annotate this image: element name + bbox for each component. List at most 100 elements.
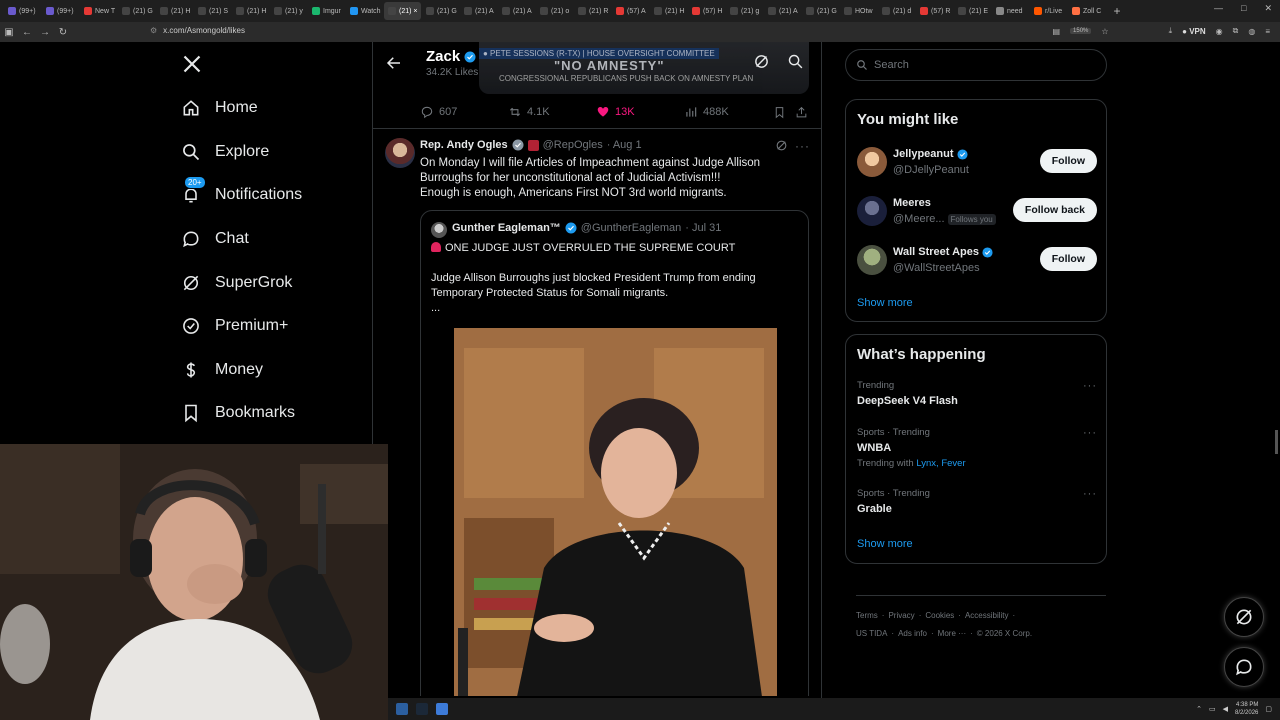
search-box[interactable]: [845, 49, 1107, 81]
quoted-tweet-photo[interactable]: [454, 328, 777, 696]
trend-item[interactable]: Sports · Trending Grable ···: [857, 488, 1097, 515]
maximize-icon[interactable]: □: [1241, 3, 1246, 14]
taskbar-clock[interactable]: 4:38 PM 8/2/2026: [1235, 701, 1258, 717]
zoom-badge[interactable]: 150%: [1070, 28, 1092, 34]
suggested-account[interactable]: Wall Street Apes @WallStreetApes Follow: [857, 243, 1097, 277]
back-arrow-icon[interactable]: [385, 54, 403, 72]
search-input[interactable]: [874, 59, 1094, 71]
browser-tab[interactable]: (21) H: [650, 2, 687, 20]
extensions-icon[interactable]: ⧉: [1233, 26, 1239, 36]
browser-tab[interactable]: (21) g: [726, 2, 763, 20]
share-button[interactable]: [795, 104, 808, 120]
footer-link[interactable]: © 2026 X Corp.: [977, 629, 1032, 638]
browser-tab[interactable]: (21) H: [156, 2, 193, 20]
footer-link[interactable]: Privacy: [888, 611, 914, 620]
nav-item-notifications[interactable]: 20+ Notifications: [180, 176, 302, 209]
follow-button[interactable]: Follow back: [1012, 198, 1097, 222]
views-button[interactable]: 488K: [684, 104, 729, 120]
grok-icon[interactable]: [753, 53, 770, 70]
more-options-icon[interactable]: ···: [1083, 380, 1097, 392]
browser-tab[interactable]: r/Live: [1030, 2, 1067, 20]
notification-icon[interactable]: ▢: [1265, 705, 1272, 713]
trend-item[interactable]: Sports · Trending WNBA Trending with Lynx,…: [857, 427, 1097, 469]
site-info-icon[interactable]: ⚙: [150, 26, 157, 35]
chat-fab-button[interactable]: [1224, 647, 1264, 687]
browser-tab[interactable]: Imgur: [308, 2, 345, 20]
browser-tab[interactable]: (21) H: [232, 2, 269, 20]
more-options-icon[interactable]: ···: [795, 139, 810, 153]
footer-link[interactable]: Accessibility: [965, 611, 1009, 620]
search-icon[interactable]: [787, 53, 804, 70]
network-icon[interactable]: ▭: [1209, 705, 1216, 713]
browser-tab[interactable]: (21) A: [764, 2, 801, 20]
vpn-button[interactable]: ● VPN: [1182, 27, 1206, 36]
quoted-tweet[interactable]: Gunther Eagleman™ @GuntherEagleman · Jul…: [420, 210, 809, 696]
bookmark-button[interactable]: [773, 104, 786, 120]
repost-button[interactable]: 4.1K: [508, 104, 550, 120]
browser-tab[interactable]: HOtw: [840, 2, 877, 20]
nav-item-home[interactable]: Home: [180, 94, 258, 122]
browser-tab[interactable]: Zoll C: [1068, 2, 1105, 20]
wallet-icon[interactable]: ◉: [1216, 27, 1223, 36]
browser-tab[interactable]: Watch: [346, 2, 383, 20]
minimize-icon[interactable]: —: [1214, 3, 1223, 14]
browser-tab[interactable]: (21) y: [270, 2, 307, 20]
more-options-icon[interactable]: ···: [1083, 488, 1097, 500]
reply-button[interactable]: 607: [420, 104, 457, 120]
browser-tab[interactable]: (21) ×: [384, 2, 421, 20]
sidebar-toggle-icon[interactable]: ▣: [0, 27, 18, 38]
forward-arrow-icon[interactable]: →: [36, 27, 54, 38]
show-more-link[interactable]: Show more: [857, 538, 913, 550]
browser-tab[interactable]: (21) A: [498, 2, 535, 20]
suggested-account[interactable]: Jellypeanut @DJellyPeanut Follow: [857, 145, 1097, 179]
footer-link[interactable]: Ads info: [898, 629, 927, 638]
browser-tab[interactable]: (21) A: [460, 2, 497, 20]
bookmark-star-icon[interactable]: ☆: [1101, 27, 1108, 36]
close-icon[interactable]: ✕: [1264, 3, 1272, 14]
avatar[interactable]: [385, 138, 415, 168]
footer-link[interactable]: US TIDA: [856, 629, 887, 638]
nav-item-chat[interactable]: Chat: [180, 225, 249, 253]
browser-tab[interactable]: (21) R: [574, 2, 611, 20]
profile-icon[interactable]: ◍: [1248, 27, 1255, 36]
tweet-date[interactable]: · Aug 1: [607, 139, 642, 151]
url-field[interactable]: ⚙ x.com/Asmongold/likes: [150, 26, 245, 35]
tray-chevron-icon[interactable]: ⌃: [1196, 705, 1202, 713]
browser-tab[interactable]: (21) S: [194, 2, 231, 20]
browser-tab[interactable]: (57) H: [688, 2, 725, 20]
nav-item-supergrok[interactable]: SuperGrok: [180, 269, 292, 297]
tweet-author-handle[interactable]: @RepOgles: [543, 139, 603, 151]
scrollbar-thumb[interactable]: [1275, 430, 1278, 454]
browser-tab[interactable]: (57) A: [612, 2, 649, 20]
tweet-author-name[interactable]: Rep. Andy Ogles: [420, 139, 508, 151]
browser-tab[interactable]: (21) E: [954, 2, 991, 20]
browser-tab[interactable]: (57) R: [916, 2, 953, 20]
like-button[interactable]: 13K: [596, 104, 635, 120]
volume-icon[interactable]: ◀: [1223, 705, 1228, 713]
grok-fab-button[interactable]: [1224, 597, 1264, 637]
footer-link[interactable]: More ···: [938, 629, 966, 638]
download-icon[interactable]: ⤓: [1169, 26, 1173, 36]
browser-tab[interactable]: (21) G: [422, 2, 459, 20]
steam-icon[interactable]: [416, 703, 428, 715]
browser-tab[interactable]: need: [992, 2, 1029, 20]
menu-icon[interactable]: ≡: [1265, 27, 1270, 36]
trend-related-links[interactable]: Lynx, Fever: [916, 458, 965, 469]
footer-link[interactable]: Terms: [856, 611, 878, 620]
nav-item-bookmarks[interactable]: Bookmarks: [180, 399, 295, 427]
suggested-account[interactable]: Meeres @Meere... Follows you Follow back: [857, 194, 1097, 228]
footer-link[interactable]: Cookies: [925, 611, 954, 620]
browser-tab[interactable]: (21) o: [536, 2, 573, 20]
browser-tab[interactable]: New T: [80, 2, 117, 20]
nav-item-money[interactable]: Money: [180, 356, 263, 384]
trend-item[interactable]: Trending DeepSeek V4 Flash ···: [857, 380, 1097, 407]
reload-icon[interactable]: ↻: [54, 27, 72, 38]
browser-tab[interactable]: (21) G: [118, 2, 155, 20]
nav-item-premium[interactable]: Premium+: [180, 312, 288, 340]
screenshot-icon[interactable]: ▤: [1052, 27, 1060, 36]
x-logo-icon[interactable]: [182, 54, 202, 74]
follow-button[interactable]: Follow: [1039, 247, 1097, 271]
show-more-link[interactable]: Show more: [857, 297, 913, 309]
file-explorer-icon[interactable]: [396, 703, 408, 715]
follow-button[interactable]: Follow: [1039, 149, 1097, 173]
